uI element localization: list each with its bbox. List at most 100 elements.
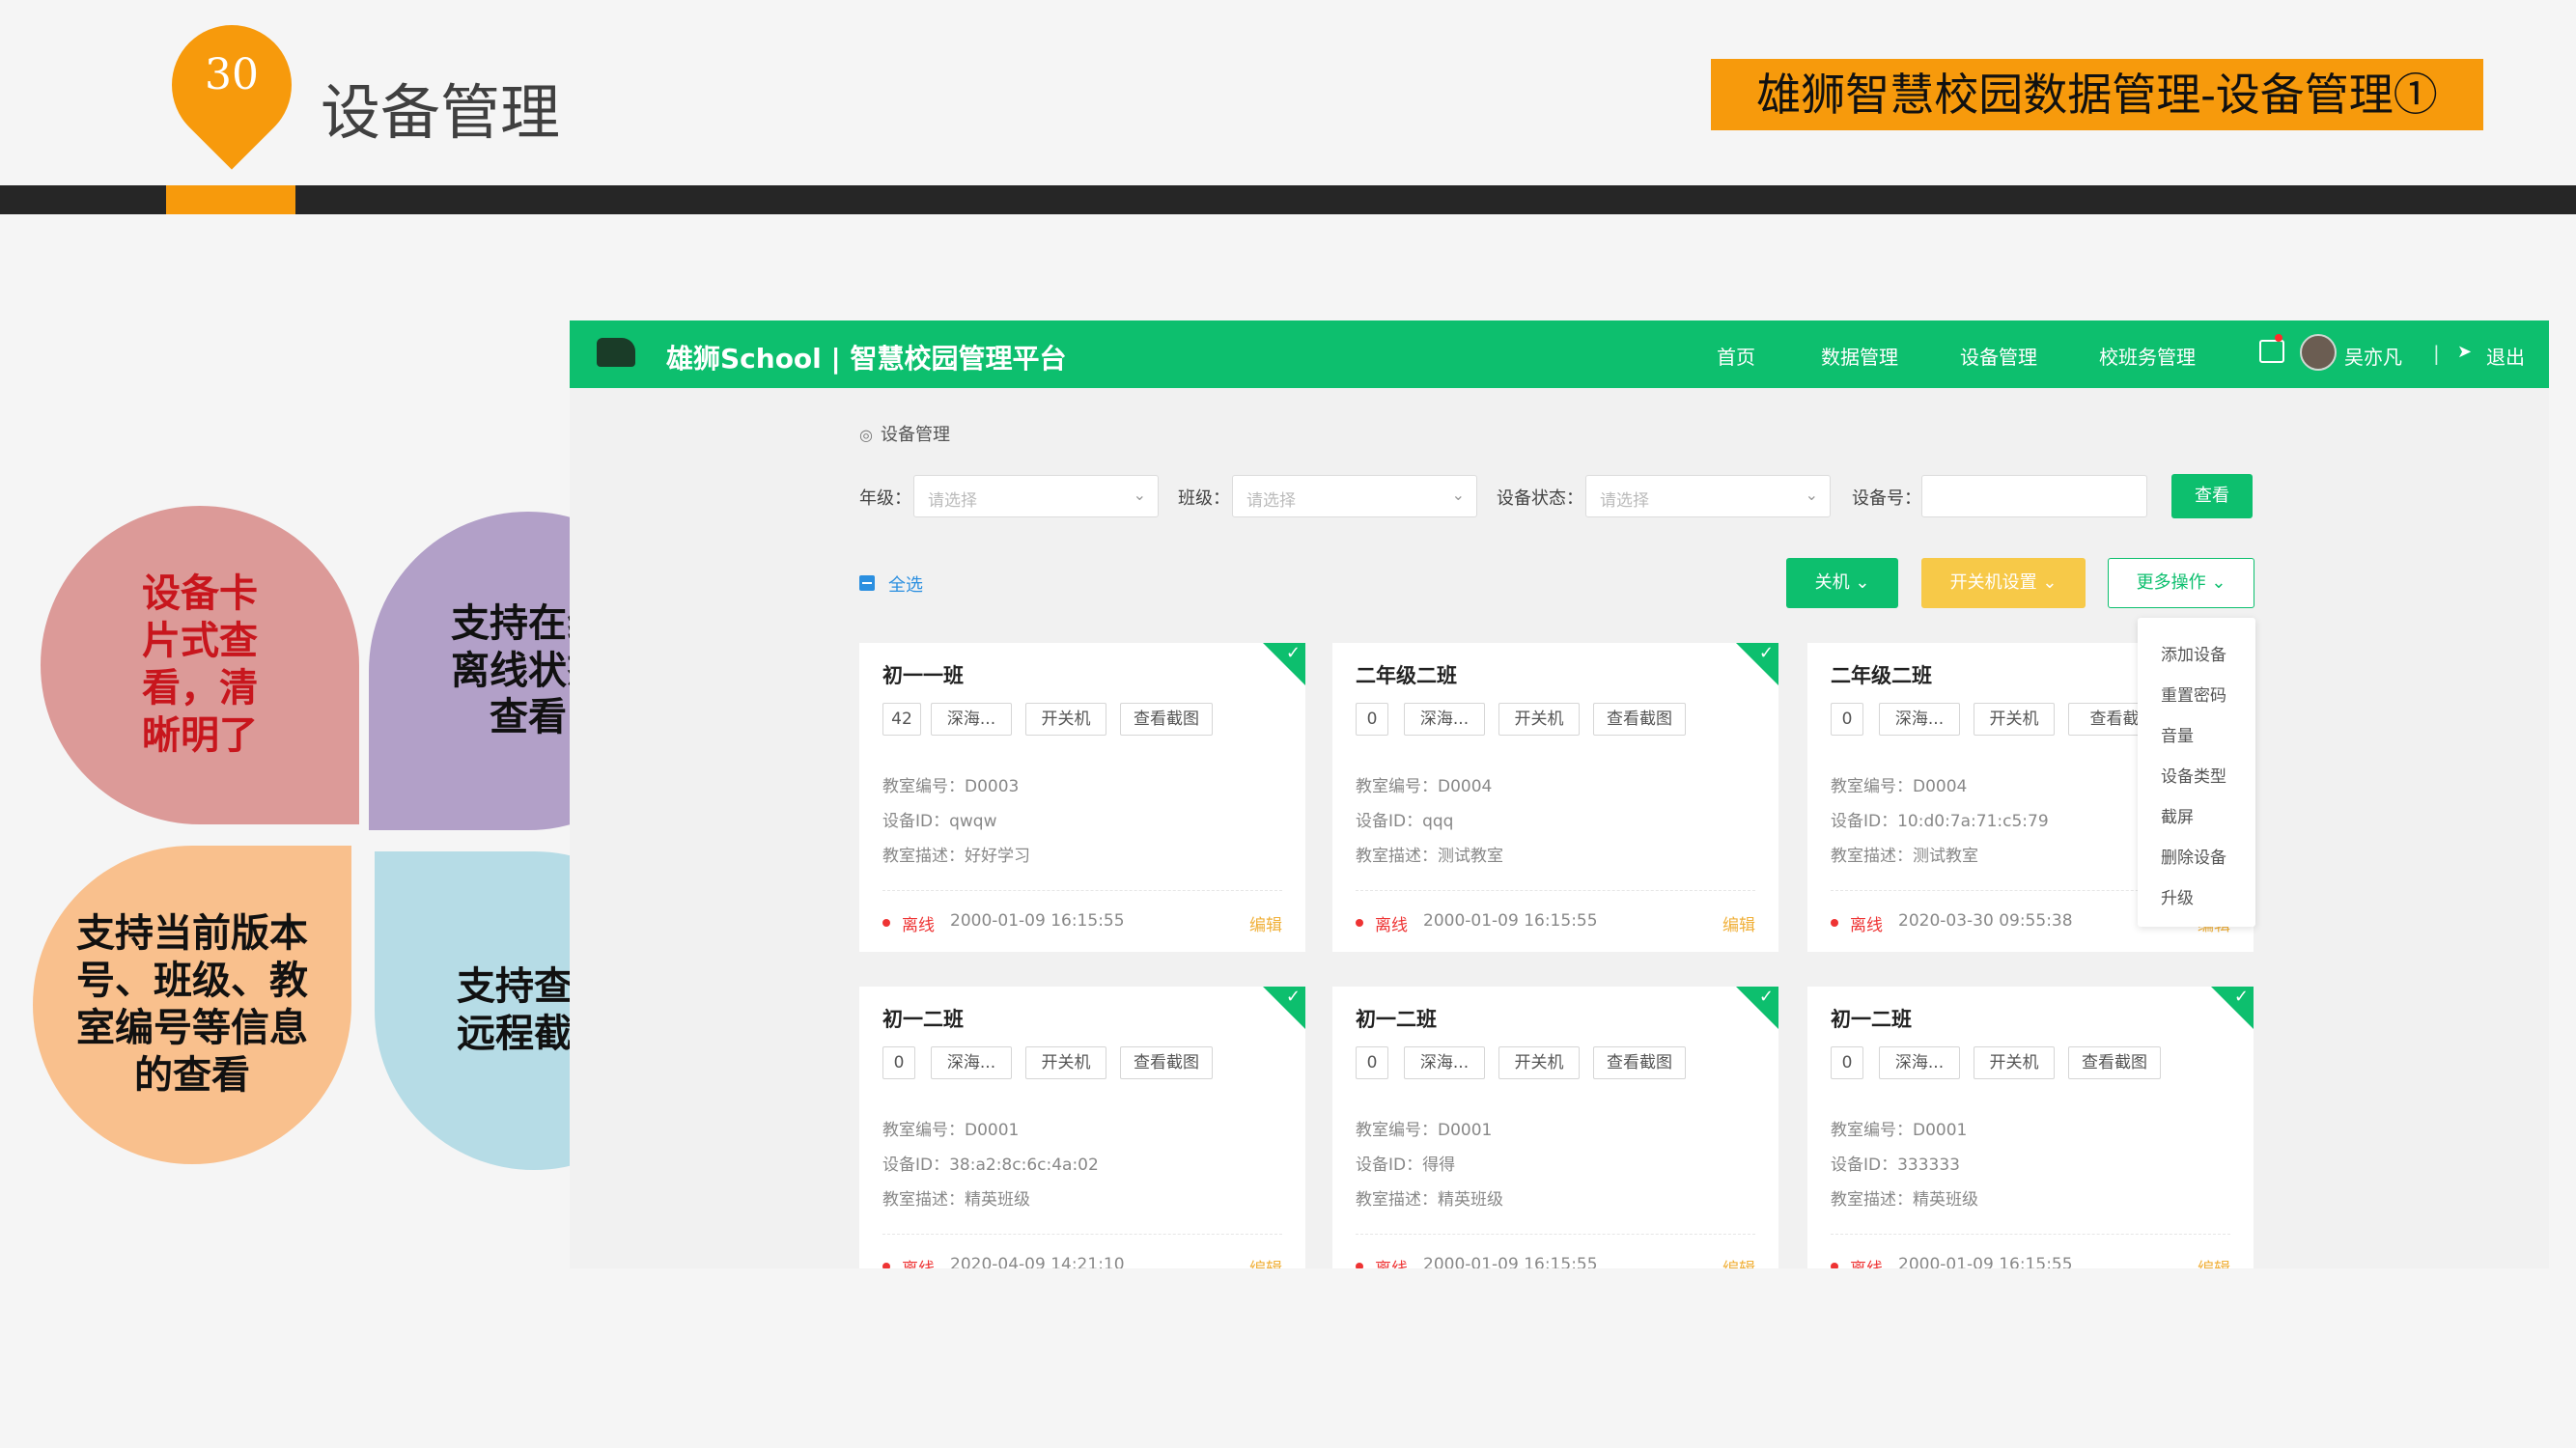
card-title: 初一二班: [1356, 1008, 1437, 1031]
logout-link[interactable]: 退出: [2486, 342, 2525, 370]
menu-device-type[interactable]: 设备类型: [2161, 763, 2226, 787]
power-button[interactable]: 开关机: [1498, 1046, 1580, 1079]
card-title: 初一二班: [882, 1008, 964, 1031]
nav-separator: |: [2433, 342, 2440, 365]
card-title: 二年级二班: [1356, 664, 1457, 687]
room-description: 教室描述：测试教室: [1831, 847, 1978, 866]
nav-home[interactable]: 首页: [1717, 342, 1755, 370]
menu-reset-password[interactable]: 重置密码: [2161, 682, 2226, 706]
status-text: 离线: [902, 1255, 935, 1268]
edit-link[interactable]: 编辑: [1722, 911, 1755, 935]
class-select[interactable]: 请选择 ⌄: [1232, 475, 1477, 517]
room-description: 教室描述：好好学习: [882, 847, 1030, 866]
screenshot-button[interactable]: 查看截图: [2068, 1046, 2161, 1079]
screenshot-button[interactable]: 查看截图: [1593, 1046, 1686, 1079]
petal-card-view: 设备卡片式查看，清晰明了: [41, 506, 359, 824]
device-id: 设备ID：得得: [1356, 1156, 1456, 1175]
grade-select-placeholder: 请选择: [928, 491, 977, 511]
power-button[interactable]: 开关机: [1025, 703, 1106, 736]
more-actions-label: 更多操作: [2136, 572, 2206, 593]
card-divider: [882, 890, 1282, 891]
device-card[interactable]: ✓ 初一二班 0 深海... 开关机 查看截图 教室编号：D0001 设备ID：…: [859, 987, 1305, 1268]
power-button[interactable]: 开关机: [1974, 1046, 2055, 1079]
petal-info-view: 支持当前版本号、班级、教室编号等信息的查看: [33, 846, 351, 1164]
notification-dot: [2275, 334, 2282, 342]
screenshot-button[interactable]: 查看截图: [1120, 703, 1213, 736]
screenshot-button[interactable]: 查看截图: [1593, 703, 1686, 736]
user-name[interactable]: 吴亦凡: [2344, 342, 2402, 370]
device-no-input[interactable]: [1921, 475, 2147, 517]
slide-banner: 雄狮智慧校园数据管理-设备管理①: [1711, 59, 2483, 130]
device-card[interactable]: ✓ 初一二班 0 深海... 开关机 查看截图 教室编号：D0001 设备ID：…: [1807, 987, 2254, 1268]
room-description: 教室描述：测试教室: [1356, 847, 1503, 866]
page-number: 30: [205, 50, 259, 99]
logout-icon[interactable]: ➤: [2457, 342, 2472, 362]
shutdown-label: 关机: [1814, 572, 1850, 593]
app-screenshot: 雄狮School | 智慧校园管理平台 首页 数据管理 设备管理 校班务管理 吴…: [570, 320, 2549, 1268]
last-seen-time: 2000-01-09 16:15:55: [1898, 1255, 2073, 1268]
room-description: 教室描述：精英班级: [1831, 1190, 1978, 1210]
screenshot-button[interactable]: 查看截图: [1120, 1046, 1213, 1079]
version-chip: 0: [1356, 1046, 1388, 1079]
grade-select[interactable]: 请选择 ⌄: [913, 475, 1159, 517]
chevron-down-icon: ⌄: [1855, 572, 1870, 593]
power-button[interactable]: 开关机: [1025, 1046, 1106, 1079]
power-schedule-button[interactable]: 开关机设置 ⌄: [1921, 558, 2086, 608]
select-all-checkbox[interactable]: [859, 575, 875, 591]
menu-screenshot[interactable]: 截屏: [2161, 803, 2194, 827]
top-navbar: 雄狮School | 智慧校园管理平台 首页 数据管理 设备管理 校班务管理 吴…: [570, 320, 2549, 388]
power-button[interactable]: 开关机: [1498, 703, 1580, 736]
view-button[interactable]: 查看: [2171, 474, 2253, 518]
edit-link[interactable]: 编辑: [1249, 911, 1282, 935]
menu-volume[interactable]: 音量: [2161, 722, 2194, 746]
chevron-down-icon: ⌄: [1133, 486, 1146, 504]
edit-link[interactable]: 编辑: [1722, 1255, 1755, 1268]
message-icon[interactable]: [2259, 340, 2284, 363]
check-icon: ✓: [1758, 987, 1774, 1007]
check-icon: ✓: [1285, 987, 1301, 1007]
menu-delete-device[interactable]: 删除设备: [2161, 844, 2226, 868]
room-number: 教室编号：D0001: [882, 1121, 1020, 1140]
school-chip: 深海...: [1404, 703, 1485, 736]
version-chip: 0: [882, 1046, 915, 1079]
brand-title: 雄狮School | 智慧校园管理平台: [666, 343, 1067, 375]
status-text: 离线: [1375, 1255, 1408, 1268]
menu-add-device[interactable]: 添加设备: [2161, 641, 2226, 665]
device-id: 设备ID：10:d0:7a:71:c5:79: [1831, 812, 2049, 831]
edit-link[interactable]: 编辑: [2198, 1255, 2230, 1268]
last-seen-time: 2000-01-09 16:15:55: [1423, 1255, 1598, 1268]
select-all-label[interactable]: 全选: [888, 571, 923, 597]
last-seen-time: 2000-01-09 16:15:55: [1423, 911, 1598, 931]
device-card[interactable]: ✓ 初一一班 42 深海... 开关机 查看截图 教室编号：D0003 设备ID…: [859, 643, 1305, 952]
last-seen-time: 2000-01-09 16:15:55: [950, 911, 1125, 931]
more-actions-button[interactable]: 更多操作 ⌄: [2108, 558, 2254, 608]
nav-device-management[interactable]: 设备管理: [1960, 342, 2037, 370]
version-chip: 0: [1831, 703, 1863, 736]
card-divider: [882, 1234, 1282, 1235]
menu-upgrade[interactable]: 升级: [2161, 884, 2194, 908]
school-chip: 深海...: [1404, 1046, 1485, 1079]
card-title: 二年级二班: [1831, 664, 1932, 687]
status-filter-label: 设备状态：: [1497, 488, 1583, 509]
offline-dot-icon: [882, 919, 890, 927]
power-button[interactable]: 开关机: [1974, 703, 2055, 736]
nav-school-affairs[interactable]: 校班务管理: [2099, 342, 2196, 370]
device-card[interactable]: ✓ 二年级二班 0 深海... 开关机 查看截图 教室编号：D0004 设备ID…: [1332, 643, 1778, 952]
offline-dot-icon: [1831, 919, 1838, 927]
device-card[interactable]: ✓ 初一二班 0 深海... 开关机 查看截图 教室编号：D0001 设备ID：…: [1332, 987, 1778, 1268]
offline-dot-icon: [1356, 919, 1363, 927]
room-number: 教室编号：D0001: [1831, 1121, 1968, 1140]
edit-link[interactable]: 编辑: [1249, 1255, 1282, 1268]
petal-text: 支持当前版本号、班级、教室编号等信息的查看: [76, 911, 308, 1098]
avatar[interactable]: [2300, 334, 2337, 371]
breadcrumb-label[interactable]: 设备管理: [881, 425, 950, 445]
grade-filter-label: 年级：: [859, 488, 911, 509]
status-text: 离线: [1850, 916, 1883, 935]
version-chip: 0: [1356, 703, 1388, 736]
chevron-down-icon: ⌄: [2211, 572, 2226, 593]
status-select[interactable]: 请选择 ⌄: [1585, 475, 1831, 517]
location-pin-icon: ◎: [859, 426, 873, 444]
offline-dot-icon: [1831, 1263, 1838, 1268]
nav-data-management[interactable]: 数据管理: [1821, 342, 1898, 370]
shutdown-button[interactable]: 关机 ⌄: [1786, 558, 1898, 608]
